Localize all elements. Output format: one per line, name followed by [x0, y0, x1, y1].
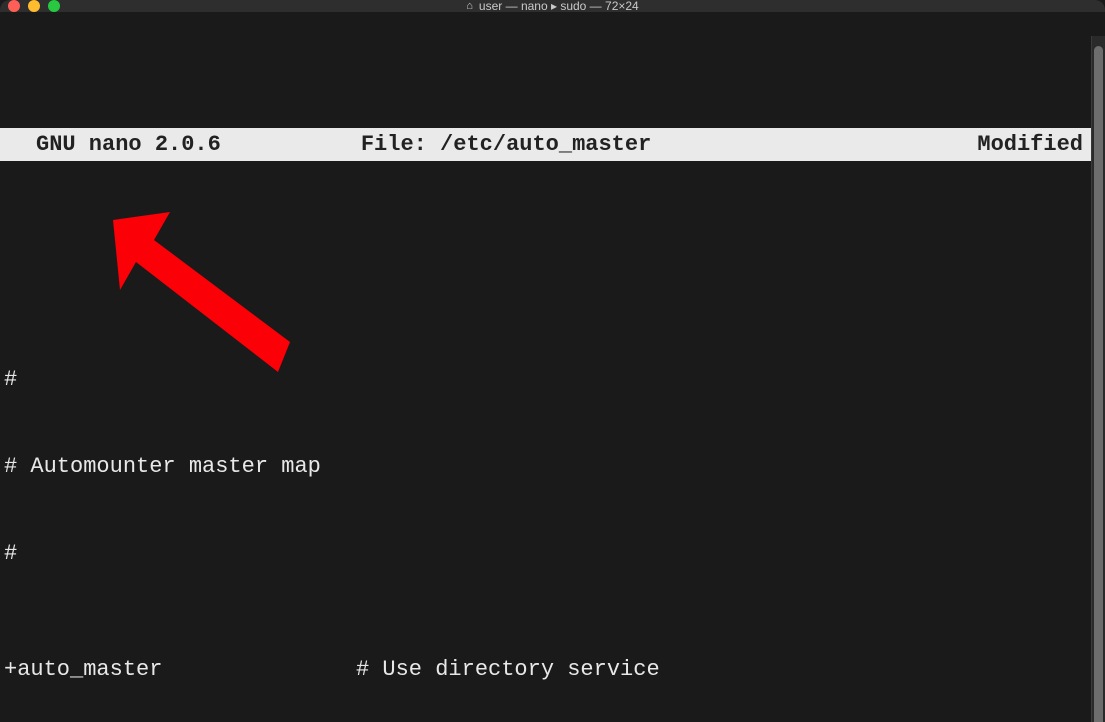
- minimize-window-button[interactable]: [28, 0, 40, 12]
- terminal-viewport[interactable]: GNU nano 2.0.6 File: /etc/auto_master Mo…: [0, 12, 1105, 722]
- file-line: #: [4, 365, 1101, 394]
- col-mount: +auto_master: [4, 655, 356, 684]
- nano-status: Modified: [977, 130, 1083, 159]
- scrollbar-thumb[interactable]: [1094, 46, 1103, 722]
- terminal-window: ⌂ user — nano ▸ sudo — 72×24 GNU nano 2.…: [0, 0, 1105, 722]
- editor-content[interactable]: # # Automounter master map # +auto_maste…: [0, 277, 1105, 722]
- nano-file-label: File: /etc/auto_master: [361, 130, 651, 159]
- vertical-scrollbar[interactable]: [1091, 36, 1105, 722]
- file-line: +auto_master # Use directory service: [4, 655, 1101, 684]
- nano-version: GNU nano 2.0.6: [36, 130, 221, 159]
- home-icon: ⌂: [466, 0, 473, 12]
- window-titlebar: ⌂ user — nano ▸ sudo — 72×24: [0, 0, 1105, 12]
- maximize-window-button[interactable]: [48, 0, 60, 12]
- close-window-button[interactable]: [8, 0, 20, 12]
- nano-header-bar: GNU nano 2.0.6 File: /etc/auto_master Mo…: [0, 128, 1105, 161]
- file-line: #: [4, 539, 1101, 568]
- file-line: # Automounter master map: [4, 452, 1101, 481]
- col-comment: # Use directory service: [356, 655, 660, 684]
- traffic-lights: [8, 0, 60, 12]
